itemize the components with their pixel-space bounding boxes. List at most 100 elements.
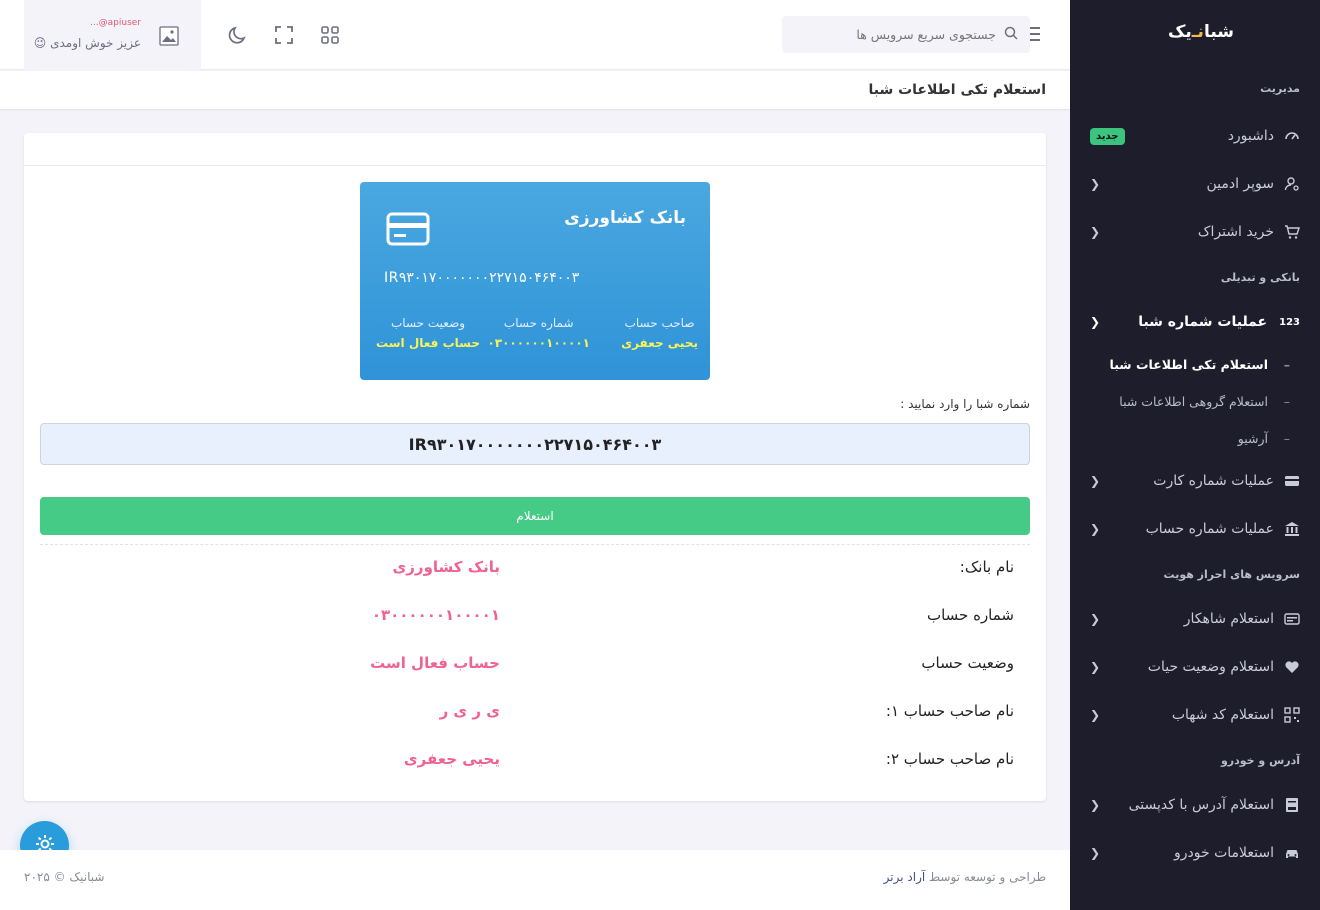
dark-mode-moon-icon[interactable]	[227, 24, 249, 46]
welcome-text: عزیز خوش اومدی 😉	[33, 36, 141, 50]
sidebar-item-label: سوپر ادمین	[1206, 176, 1274, 192]
search-box[interactable]	[782, 16, 1030, 53]
bank-card-status: وضعیت حساب حساب فعال است	[376, 316, 480, 350]
section-title-address: آدرس و خودرو	[1220, 753, 1300, 767]
sidebar-subitem-group-sheba[interactable]: – استعلام گروهی اطلاعات شبا	[1070, 383, 1320, 420]
sidebar-item-super-admin[interactable]: سوپر ادمین ❮	[1070, 160, 1320, 208]
footer-credit: طراحی و توسعه توسط آراد برتر	[884, 870, 1046, 884]
result-row-owner-2: نام صاحب حساب ۲: یحیی جعفری	[40, 750, 1030, 798]
result-value: حساب فعال است	[370, 654, 500, 672]
chevron-left-icon: ❮	[1090, 660, 1101, 674]
id-card-icon	[1284, 611, 1300, 627]
chevron-left-icon: ❮	[1090, 225, 1101, 239]
card-header	[24, 133, 1046, 166]
bank-card-iban: IR۹۳۰۱۷۰۰۰۰۰۰۰۲۲۷۱۵۰۴۶۴۰۰۳	[384, 270, 580, 286]
bank-card-preview: بانک کشاورزی IR۹۳۰۱۷۰۰۰۰۰۰۰۲۲۷۱۵۰۴۶۴۰۰۳ …	[360, 182, 710, 380]
result-key: نام صاحب حساب ۲:	[885, 750, 1014, 768]
footer-credit-text: طراحی و توسعه توسط	[929, 870, 1046, 884]
sheba-inquiry-card: بانک کشاورزی IR۹۳۰۱۷۰۰۰۰۰۰۰۲۲۷۱۵۰۴۶۴۰۰۳ …	[24, 133, 1046, 801]
user-settings-icon	[1284, 176, 1300, 192]
sidebar-item-label: استعلام شاهکار	[1183, 611, 1274, 627]
sidebar-item-card-ops[interactable]: عملیات شماره کارت ❮	[1070, 457, 1320, 505]
result-row-account-number: شماره حساب ۰۳۰۰۰۰۰۰۱۰۰۰۰۱	[40, 606, 1030, 654]
sidebar-item-label: استعلام آدرس با کدپستی	[1128, 797, 1274, 813]
section-title-identity: سرویس های احراز هویت	[1163, 567, 1300, 581]
sidebar-subitem-single-sheba[interactable]: – استعلام تکی اطلاعات شبا	[1070, 346, 1320, 383]
iban-input[interactable]	[40, 423, 1030, 465]
sidebar-item-postal[interactable]: استعلام آدرس با کدپستی ❮	[1070, 781, 1320, 829]
sidebar-item-label: عملیات شماره کارت	[1153, 473, 1274, 489]
bank-card-status-value: حساب فعال است	[376, 336, 480, 350]
sidebar-item-label: خرید اشتراک	[1197, 224, 1274, 240]
result-key: شماره حساب	[926, 606, 1014, 624]
sidebar-item-life-status[interactable]: استعلام وضعیت حیات ❮	[1070, 643, 1320, 691]
chevron-left-icon: ❮	[1090, 846, 1101, 860]
card-icon	[1284, 473, 1300, 489]
result-row-owner-1: نام صاحب حساب ۱: ی ر ی ر	[40, 702, 1030, 750]
bank-card-owner-value: یحیی جعفری	[621, 336, 698, 350]
brand-part: یک	[1167, 22, 1192, 42]
sidebar-item-label: استعلامات خودرو	[1174, 845, 1274, 861]
numbers-icon: 123	[1279, 316, 1300, 328]
sidebar-item-label: عملیات شماره حساب	[1145, 521, 1274, 537]
chevron-left-icon: ❮	[1090, 474, 1101, 488]
result-value: یحیی جعفری	[403, 750, 500, 768]
dash-marker: –	[1283, 431, 1290, 446]
user-profile-dropdown[interactable]: apiuser@... عزیز خوش اومدی 😉	[24, 0, 201, 70]
sidebar-item-label: استعلام کد شهاب	[1171, 707, 1274, 723]
chevron-left-icon: ❮	[1090, 798, 1101, 812]
chevron-left-icon: ❮	[1090, 708, 1101, 722]
bank-card-bank-name: بانک کشاورزی	[564, 208, 686, 228]
car-icon	[1284, 845, 1300, 861]
brand-part: شبا	[1203, 22, 1234, 42]
sidebar-item-account-ops[interactable]: عملیات شماره حساب ❮	[1070, 505, 1320, 553]
bank-card-owner-label: صاحب حساب	[624, 316, 695, 330]
sidebar-item-label: استعلام وضعیت حیات	[1147, 659, 1274, 675]
divider	[40, 544, 1030, 545]
result-value: ۰۳۰۰۰۰۰۰۱۰۰۰۰۱	[371, 606, 500, 624]
result-value: بانک کشاورزی	[392, 558, 500, 576]
sidebar-item-label: داشبورد	[1227, 128, 1274, 144]
inquiry-submit-button[interactable]: استعلام	[40, 497, 1030, 535]
result-row-account-status: وضعیت حساب حساب فعال است	[40, 654, 1030, 702]
postal-icon	[1284, 797, 1300, 813]
qr-icon	[1284, 707, 1300, 723]
chevron-down-icon: ❮	[1090, 315, 1101, 329]
sidebar-subitem-label: آرشیو	[1237, 431, 1268, 446]
search-input[interactable]	[796, 27, 996, 42]
dash-marker: –	[1283, 357, 1290, 372]
result-row-bank-name: نام بانک: بانک کشاورزی	[40, 558, 1030, 606]
footer-copyright: شبانیک © ۲۰۲۵	[24, 870, 105, 884]
bank-card-account-label: شماره حساب	[503, 316, 574, 330]
dashboard-icon	[1284, 128, 1300, 144]
sidebar-subitem-archive[interactable]: – آرشیو	[1070, 420, 1320, 457]
sidebar-item-shahkar[interactable]: استعلام شاهکار ❮	[1070, 595, 1320, 643]
bank-card-status-label: وضعیت حساب	[390, 316, 466, 330]
search-icon	[1004, 25, 1018, 44]
apps-grid-icon[interactable]	[319, 24, 341, 46]
footer: شبانیک © ۲۰۲۵ طراحی و توسعه توسط آراد بر…	[0, 850, 1070, 910]
chevron-left-icon: ❮	[1090, 522, 1101, 536]
bank-card-account: شماره حساب ۰۳۰۰۰۰۰۰۱۰۰۰۰۱	[487, 316, 590, 350]
fullscreen-icon[interactable]	[273, 24, 295, 46]
bank-card-owner: صاحب حساب یحیی جعفری	[621, 316, 698, 350]
sidebar-item-shahab[interactable]: استعلام کد شهاب ❮	[1070, 691, 1320, 739]
avatar-image-icon	[159, 26, 179, 46]
sidebar: شبا نـ یک مدیریت داشبورد جدید سوپر ادمین ❮…	[1070, 0, 1320, 910]
brand-logo[interactable]: شبا نـ یک	[1070, 0, 1320, 64]
bank-icon	[1284, 521, 1300, 537]
sidebar-item-dashboard[interactable]: داشبورد جدید	[1070, 112, 1320, 160]
sidebar-subitem-label: استعلام تکی اطلاعات شبا	[1109, 357, 1268, 372]
result-key: نام صاحب حساب ۱:	[885, 702, 1014, 720]
sidebar-subitem-label: استعلام گروهی اطلاعات شبا	[1119, 394, 1268, 409]
result-value: ی ر ی ر	[439, 702, 500, 720]
footer-credit-link[interactable]: آراد برتر	[884, 870, 926, 884]
section-title-banking: بانکی و تبدیلی	[1220, 270, 1300, 284]
chevron-left-icon: ❮	[1090, 177, 1101, 191]
page-title-bar: استعلام تکی اطلاعات شبا	[0, 71, 1070, 109]
sidebar-item-sheba-ops[interactable]: 123 عملیات شماره شبا ❮	[1070, 298, 1320, 346]
user-name: apiuser@...	[90, 18, 141, 28]
sidebar-item-subscription[interactable]: خرید اشتراک ❮	[1070, 208, 1320, 256]
sidebar-item-vehicle[interactable]: استعلامات خودرو ❮	[1070, 829, 1320, 877]
dash-marker: –	[1283, 394, 1290, 409]
